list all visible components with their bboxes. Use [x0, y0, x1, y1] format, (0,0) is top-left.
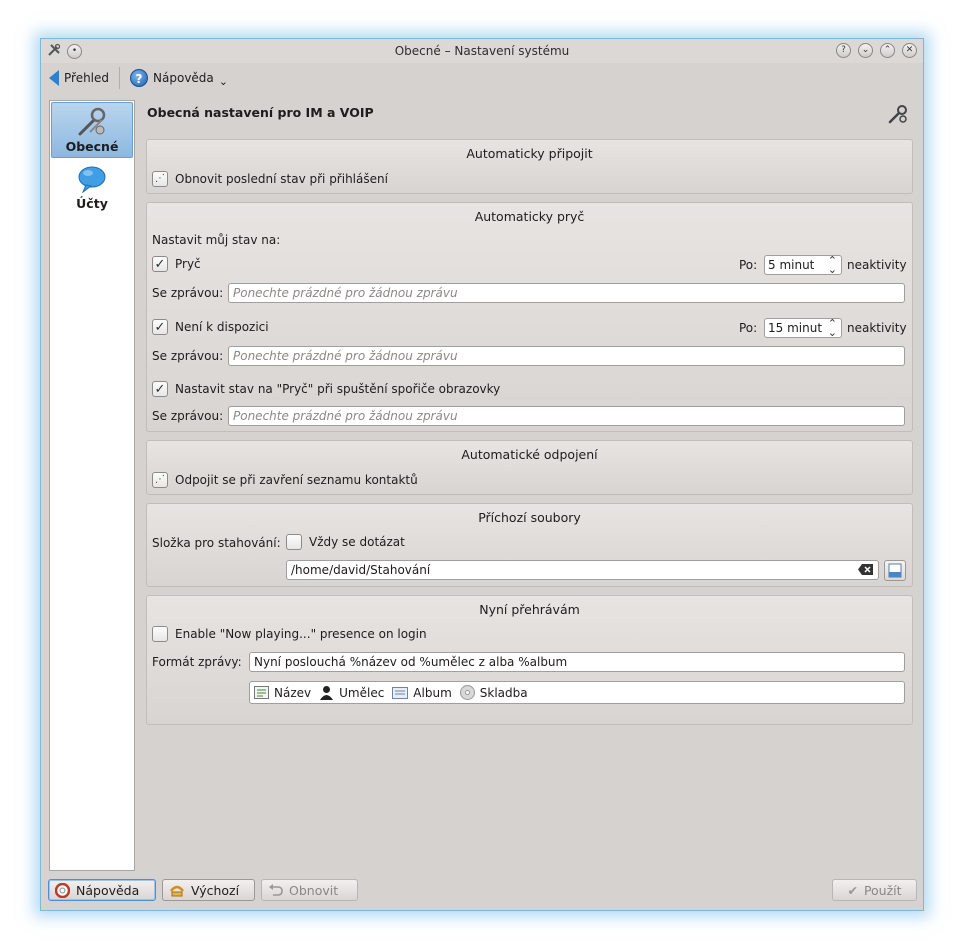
title-bar[interactable]: • Obecné – Nastavení systému ? ⌄ ⌃ ✕ [41, 39, 923, 63]
track-disc-icon [459, 685, 475, 700]
spin-arrows-icon[interactable]: ⌃ ⌄ [828, 318, 837, 338]
lifebuoy-help-icon [55, 882, 70, 898]
na-message-input[interactable]: Ponechte prázdné pro žádnou zprávu [228, 346, 905, 366]
set-status-label: Nastavit můj stav na: [152, 233, 281, 247]
away-message-label: Se zprávou: [152, 286, 224, 300]
auto-disconnect-group: Automatické odpojení ⋰ Odpojit se při za… [146, 440, 913, 495]
group-title: Automatické odpojení [461, 447, 598, 462]
format-tokens-bar: Název Umělec Album Skladba [249, 681, 905, 704]
settings-window: • Obecné – Nastavení systému ? ⌄ ⌃ ✕ Pře… [40, 38, 924, 911]
screensaver-message-label: Se zprávou: [152, 409, 224, 423]
clear-text-icon[interactable] [858, 563, 874, 579]
checkbox-empty-icon[interactable] [152, 626, 168, 642]
context-help-icon[interactable]: ? [836, 43, 851, 58]
screensaver-message-input[interactable]: Ponechte prázdné pro žádnou zprávu [228, 406, 905, 426]
settings-tools-icon [887, 103, 909, 128]
na-after-label: Po: [739, 321, 758, 335]
close-icon[interactable]: ✕ [902, 43, 917, 58]
checkbox-empty-icon[interactable] [286, 534, 302, 550]
incoming-files-group: Příchozí soubory Složka pro stahování: V… [146, 503, 913, 587]
toolbar-separator [119, 67, 121, 89]
artist-person-icon [320, 686, 334, 700]
help-menu-button[interactable]: ? Nápověda ⌄ [122, 65, 236, 91]
enable-now-playing-checkbox[interactable]: Enable "Now playing..." presence on logi… [152, 626, 427, 642]
now-playing-group: Nyní přehrávám Enable "Now playing..." p… [146, 595, 913, 725]
group-title: Automaticky pryč [474, 209, 585, 224]
inactivity-label: neaktivity [847, 321, 907, 335]
group-title: Nyní přehrávám [479, 602, 580, 617]
restore-defaults-icon [170, 885, 184, 896]
na-time-spinbox[interactable]: 15 minut ⌃ ⌄ [764, 318, 842, 338]
message-format-input[interactable]: Nyní poslouchá %název od %umělec z alba … [249, 652, 905, 672]
minimize-icon[interactable]: ⌄ [858, 43, 873, 58]
na-message-label: Se zprávou: [152, 349, 224, 363]
checkmark-icon[interactable]: ✓ [152, 256, 168, 272]
download-folder-label: Složka pro stahování: [152, 536, 281, 550]
browse-folder-button[interactable] [884, 560, 906, 581]
maximize-icon[interactable]: ⌃ [880, 43, 895, 58]
away-checkbox[interactable]: ✓ Pryč [152, 256, 201, 272]
category-sidebar: Obecné Účty [49, 100, 135, 871]
wrench-tools-icon [78, 107, 106, 136]
defaults-button[interactable]: Výchozí [162, 879, 255, 901]
format-label: Formát zprávy: [152, 655, 242, 669]
disconnect-on-close-checkbox[interactable]: ⋰ Odpojit se při zavření seznamu kontakt… [152, 472, 418, 488]
screensaver-away-checkbox[interactable]: ✓ Nastavit stav na "Pryč" při spuštění s… [152, 381, 500, 397]
auto-connect-group: Automaticky připojit ⋰ Obnovit poslední … [146, 139, 913, 194]
help-button[interactable]: Nápověda [48, 879, 156, 901]
spin-arrows-icon[interactable]: ⌃ ⌄ [828, 255, 837, 275]
back-arrow-icon [49, 70, 59, 86]
title-token-icon [254, 686, 269, 699]
toolbar: Přehled ? Nápověda ⌄ [41, 63, 923, 93]
always-ask-checkbox[interactable]: Vždy se dotázat [286, 534, 405, 550]
checkmark-icon[interactable]: ✓ [152, 381, 168, 397]
away-time-spinbox[interactable]: 5 minut ⌃ ⌄ [764, 255, 842, 275]
help-icon: ? [130, 69, 149, 87]
album-icon [392, 686, 409, 699]
token-artist[interactable]: Umělec [319, 685, 384, 700]
undo-icon [269, 883, 283, 896]
group-title: Příchozí soubory [478, 510, 581, 525]
page-title: Obecná nastavení pro IM a VOIP [147, 105, 374, 120]
token-track[interactable]: Skladba [459, 685, 528, 700]
speech-bubble-icon [78, 166, 106, 194]
auto-away-group: Automaticky pryč Nastavit můj stav na: ✓… [146, 202, 913, 432]
away-after-label: Po: [739, 258, 758, 272]
away-message-input[interactable]: Ponechte prázdné pro žádnou zprávu [228, 283, 905, 303]
reset-button[interactable]: Obnovit [261, 879, 358, 901]
token-title[interactable]: Název [254, 686, 311, 700]
apply-button[interactable]: ✔ Použít [832, 879, 917, 901]
checkbox-partial-icon[interactable]: ⋰ [152, 171, 168, 187]
group-title: Automaticky připojit [466, 146, 593, 161]
checkbox-partial-icon[interactable]: ⋰ [152, 472, 168, 488]
inactivity-label: neaktivity [847, 258, 907, 272]
document-open-icon [888, 563, 902, 578]
sidebar-item-general[interactable]: Obecné [51, 102, 133, 158]
token-album[interactable]: Album [392, 686, 452, 700]
sidebar-item-label: Obecné [65, 139, 119, 154]
restore-status-checkbox[interactable]: ⋰ Obnovit poslední stav při přihlášení [152, 171, 388, 187]
sidebar-item-accounts[interactable]: Účty [51, 165, 133, 215]
window-title: Obecné – Nastavení systému [394, 44, 570, 58]
checkmark-icon: ✔ [847, 882, 858, 898]
download-path-input[interactable]: /home/david/Stahování [286, 560, 879, 580]
overview-button[interactable]: Přehled [41, 65, 117, 91]
checkmark-icon[interactable]: ✓ [152, 319, 168, 335]
sidebar-item-label: Účty [76, 196, 108, 211]
not-available-checkbox[interactable]: ✓ Není k dispozici [152, 319, 269, 335]
chevron-down-icon: ⌄ [218, 74, 228, 88]
